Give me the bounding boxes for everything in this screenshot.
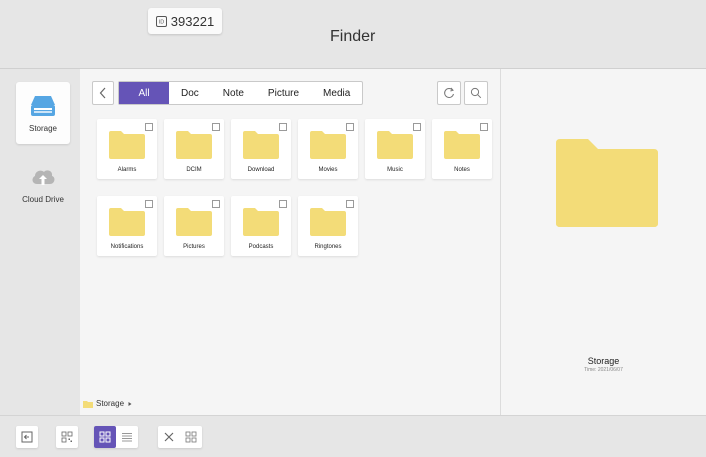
search-button[interactable] (464, 81, 488, 105)
device-id-icon: ID (155, 15, 167, 27)
refresh-icon (444, 87, 454, 98)
folder-tile[interactable]: DCIM (164, 119, 224, 179)
folder-tile[interactable]: Notes (432, 119, 492, 179)
folder-name: Music (387, 167, 403, 173)
folder-name: Notifications (110, 244, 144, 250)
search-icon (470, 87, 482, 99)
folder-tile[interactable]: Alarms (97, 119, 157, 179)
select-checkbox[interactable] (145, 123, 153, 131)
select-checkbox[interactable] (346, 123, 354, 131)
folder-tile[interactable]: Download (231, 119, 291, 179)
file-browser: All Doc Note Picture Media Alarms DCIM Dow… (80, 69, 500, 415)
sidebar-item-storage[interactable]: Storage (16, 82, 70, 144)
selection-toolbar (158, 426, 202, 448)
svg-text:ID: ID (159, 19, 164, 25)
folder-name: Movies (318, 167, 338, 173)
folder-name: Ringtones (314, 244, 342, 250)
folder-tile[interactable]: Podcasts (231, 196, 291, 256)
folder-icon (109, 131, 145, 159)
sidebar-item-cloud-drive[interactable]: Cloud Drive (16, 153, 70, 215)
qr-code-icon (61, 431, 73, 443)
toolbar: All Doc Note Picture Media (92, 81, 364, 105)
close-icon (164, 432, 174, 442)
select-checkbox[interactable] (346, 200, 354, 208)
select-checkbox[interactable] (413, 123, 421, 131)
id-badge: ID 393221 (148, 8, 222, 34)
back-button[interactable] (92, 81, 114, 105)
select-checkbox[interactable] (212, 123, 220, 131)
tab-all[interactable]: All (119, 82, 169, 104)
select-all-button[interactable] (180, 426, 202, 448)
select-checkbox[interactable] (279, 123, 287, 131)
select-checkbox[interactable] (212, 200, 220, 208)
tab-picture[interactable]: Picture (256, 82, 311, 104)
bottom-bar (0, 415, 706, 457)
folder-icon (377, 131, 413, 159)
folder-icon (109, 208, 145, 236)
folder-name: Alarms (117, 167, 137, 173)
select-all-icon (185, 431, 197, 443)
tab-doc[interactable]: Doc (169, 82, 211, 104)
folder-name: Download (247, 167, 275, 173)
select-checkbox[interactable] (145, 200, 153, 208)
select-checkbox[interactable] (480, 123, 488, 131)
list-view-button[interactable] (116, 426, 138, 448)
chevron-right-icon (128, 401, 132, 406)
page-title: Finder (330, 28, 376, 45)
folder-name: Podcasts (248, 244, 274, 250)
view-mode-toggle (94, 426, 138, 448)
grid-view-button[interactable] (94, 426, 116, 448)
folder-icon (176, 208, 212, 236)
list-view-icon (122, 433, 132, 442)
tab-media[interactable]: Media (311, 82, 362, 104)
folder-icon (556, 139, 658, 227)
exit-button[interactable] (16, 426, 38, 448)
qr-code-button[interactable] (56, 426, 78, 448)
folder-name: Notes (454, 167, 470, 173)
preview-time: Time: 2021/06/07 (584, 367, 623, 373)
cloud-icon (32, 170, 55, 185)
refresh-button[interactable] (437, 81, 461, 105)
preview-panel: Storage Time: 2021/06/07 (501, 69, 706, 415)
select-checkbox[interactable] (279, 200, 287, 208)
tab-note[interactable]: Note (211, 82, 256, 104)
folder-icon (310, 208, 346, 236)
sidebar-item-label: Cloud Drive (22, 195, 64, 204)
folder-icon (310, 131, 346, 159)
exit-icon (21, 431, 33, 443)
close-button[interactable] (158, 426, 180, 448)
id-badge-value: 393221 (170, 13, 215, 29)
top-bar: ID 393221 Finder (0, 0, 706, 68)
folder-icon (176, 131, 212, 159)
folder-icon (83, 400, 93, 408)
chevron-left-icon (99, 87, 106, 99)
folder-name: DCIM (186, 167, 202, 173)
folder-icon (243, 208, 279, 236)
folder-name: Pictures (183, 244, 205, 250)
grid-view-icon (99, 431, 111, 443)
breadcrumb-label: Storage (96, 399, 125, 408)
sidebar-item-label: Storage (28, 124, 58, 133)
folder-icon (243, 131, 279, 159)
sidebar: Storage Cloud Drive (0, 69, 80, 415)
folder-tile[interactable]: Notifications (97, 196, 157, 256)
filter-tabs: All Doc Note Picture Media (118, 81, 364, 105)
breadcrumb[interactable]: Storage (83, 399, 133, 408)
folder-tile[interactable]: Ringtones (298, 196, 358, 256)
preview-title: Storage (587, 356, 620, 366)
folder-tile[interactable]: Music (365, 119, 425, 179)
folder-tile[interactable]: Pictures (164, 196, 224, 256)
folder-tile[interactable]: Movies (298, 119, 358, 179)
storage-icon (31, 96, 55, 116)
folder-icon (444, 131, 480, 159)
